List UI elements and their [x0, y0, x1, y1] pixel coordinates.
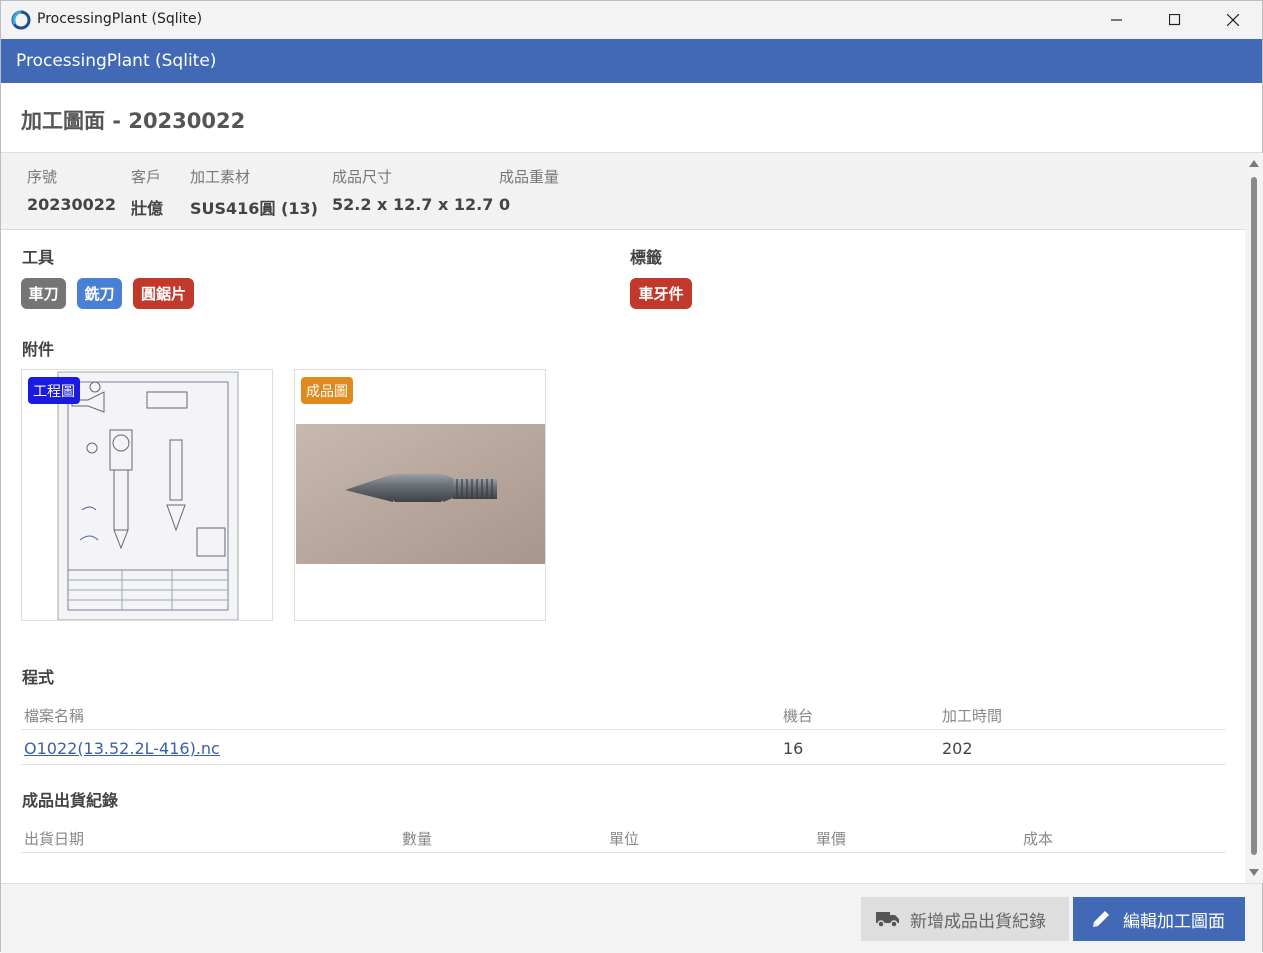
attachment-engineering-drawing[interactable]: 工程圖 [21, 369, 273, 621]
attachments-section-title: 附件 [22, 340, 55, 359]
program-machine-value: 16 [783, 739, 804, 758]
add-shipment-label: 新增成品出貨紀錄 [910, 911, 1046, 932]
info-panel: 序號 20230022 客戶 壯億 加工素材 SUS416圓 (13) 成品尺寸… [1, 153, 1245, 230]
minimize-icon [1111, 19, 1122, 21]
tools-section-title: 工具 [22, 248, 55, 267]
app-logo-icon [11, 10, 31, 30]
maximize-button[interactable] [1146, 1, 1204, 39]
add-shipment-button[interactable]: 新增成品出貨紀錄 [861, 897, 1069, 941]
program-time-value: 202 [942, 739, 973, 758]
app-header-title: ProcessingPlant (Sqlite) [16, 51, 217, 71]
tool-badge: 圓鋸片 [133, 278, 194, 309]
page-title: 加工圖面 - 20230022 [21, 109, 246, 133]
info-customer: 客戶 壯億 [131, 166, 163, 219]
info-label: 成品尺寸 [332, 168, 393, 186]
page-header: 加工圖面 - 20230022 [1, 83, 1262, 153]
shipping-section-title: 成品出貨紀錄 [22, 791, 119, 810]
close-button[interactable] [1204, 1, 1262, 39]
info-weight: 成品重量 0 [499, 166, 559, 214]
shipping-col-cost: 成本 [1023, 830, 1054, 848]
info-value: 0 [499, 195, 511, 214]
window-title: ProcessingPlant (Sqlite) [37, 11, 203, 27]
shipping-col-date: 出貨日期 [24, 830, 85, 848]
shipping-col-qty: 數量 [402, 830, 433, 848]
info-value: SUS416圓 (13) [190, 199, 318, 218]
engineering-drawing-thumbnail [57, 371, 239, 620]
table-divider [21, 764, 1226, 765]
title-bar: ProcessingPlant (Sqlite) [1, 1, 1262, 39]
tool-badge: 車刀 [21, 278, 66, 309]
info-label: 加工素材 [190, 168, 251, 186]
truck-icon [876, 912, 899, 928]
info-value: 20230022 [27, 195, 117, 214]
program-col-machine: 機台 [783, 707, 814, 725]
info-value: 壯億 [131, 199, 164, 218]
app-header: ProcessingPlant (Sqlite) [1, 39, 1262, 83]
shipping-col-unit: 單位 [609, 830, 640, 848]
table-divider [21, 852, 1226, 853]
scroll-down-icon[interactable] [1249, 869, 1259, 876]
program-col-file: 檔案名稱 [24, 707, 85, 725]
scroll-up-icon[interactable] [1249, 160, 1259, 167]
info-material: 加工素材 SUS416圓 (13) [190, 166, 318, 219]
scrollbar-thumb[interactable] [1251, 177, 1257, 855]
attachment-tag: 工程圖 [28, 377, 80, 404]
pencil-icon [1093, 911, 1109, 927]
info-size: 成品尺寸 52.2 x 12.7 x 12.7 [332, 166, 493, 214]
vertical-scrollbar[interactable] [1245, 153, 1263, 883]
table-divider [21, 729, 1226, 730]
info-label: 序號 [27, 168, 58, 186]
info-serial: 序號 20230022 [27, 166, 116, 214]
shipping-col-price: 單價 [816, 830, 847, 848]
edit-drawing-button[interactable]: 編輯加工圖面 [1073, 897, 1245, 941]
app-window: ProcessingPlant (Sqlite) ProcessingPlant… [0, 0, 1263, 953]
info-label: 成品重量 [499, 168, 560, 186]
tool-badge: 銑刀 [77, 278, 122, 309]
attachment-product-photo[interactable]: 成品圖 [294, 369, 546, 621]
tags-section-title: 標籤 [630, 248, 663, 267]
scrollbar-graphics [1249, 160, 1259, 876]
tag-badge: 車牙件 [630, 278, 692, 309]
edit-drawing-label: 編輯加工圖面 [1123, 911, 1225, 932]
minimize-button[interactable] [1088, 1, 1146, 39]
close-icon [1227, 14, 1239, 26]
maximize-icon [1169, 14, 1181, 26]
program-col-time: 加工時間 [942, 707, 1003, 725]
info-value: 52.2 x 12.7 x 12.7 [332, 195, 494, 214]
detail-content: 序號 20230022 客戶 壯億 加工素材 SUS416圓 (13) 成品尺寸… [1, 153, 1245, 883]
program-file-link[interactable]: O1022(13.52.2L-416).nc [24, 739, 220, 758]
program-section-title: 程式 [22, 668, 55, 687]
footer-bar: 新增成品出貨紀錄 編輯加工圖面 [1, 883, 1262, 953]
info-label: 客戶 [131, 168, 162, 186]
product-photo-thumbnail [296, 424, 545, 564]
attachment-tag: 成品圖 [301, 377, 353, 404]
